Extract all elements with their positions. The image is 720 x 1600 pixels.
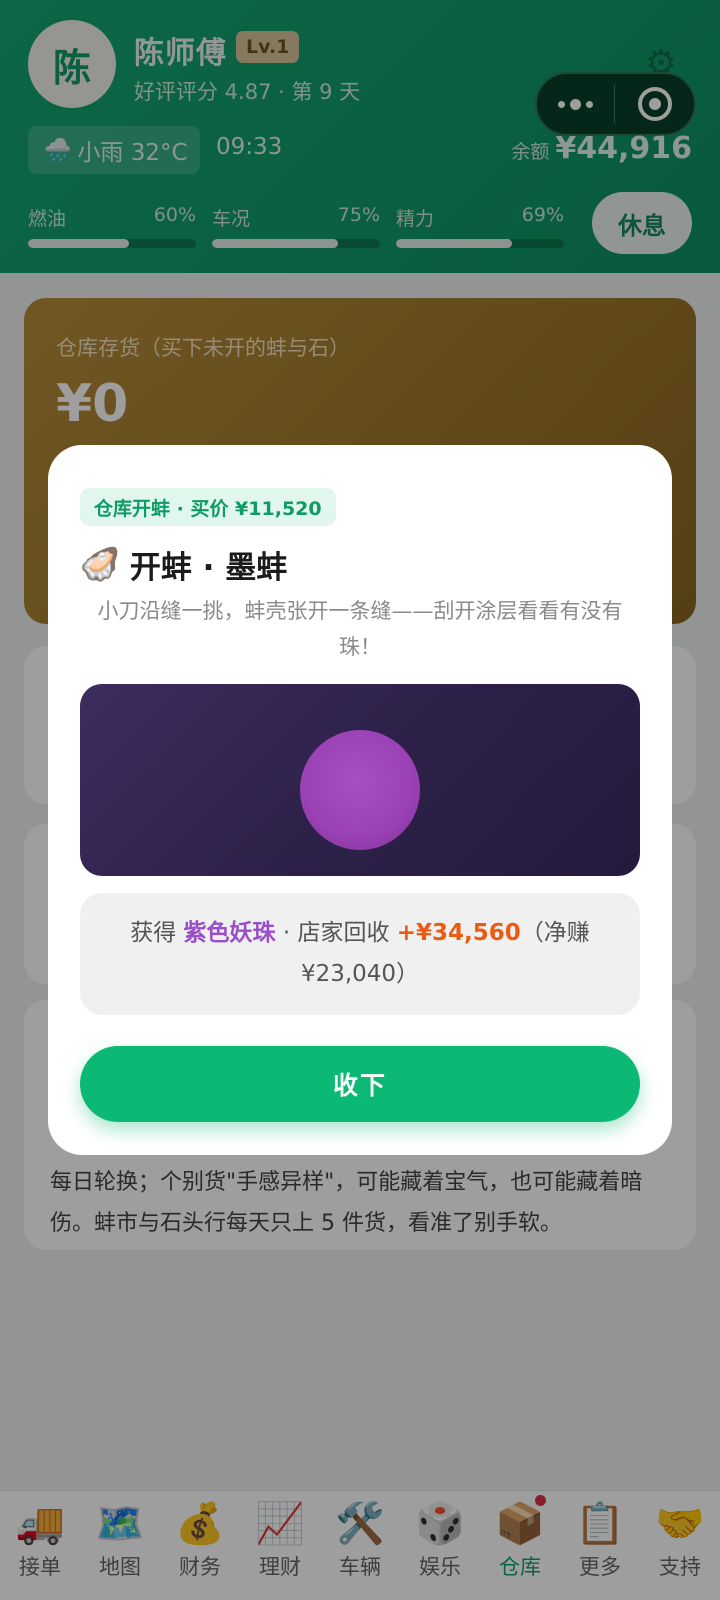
dialog-description: 小刀沿缝一挑，蚌壳张开一条缝——刮开涂层看看有没有珠！: [97, 599, 623, 659]
purchase-tag: 仓库开蚌 · 买价 ¥11,520: [80, 488, 336, 526]
gain-amount: +¥34,560: [396, 920, 521, 946]
pearl-reveal-panel[interactable]: [80, 684, 640, 876]
open-oyster-dialog: 仓库开蚌 · 买价 ¥11,520 🦪 开蚌 · 墨蚌 小刀沿缝一挑，蚌壳张开一…: [48, 445, 672, 1155]
oyster-icon: 🦪: [80, 545, 120, 583]
purple-pearl: [300, 730, 420, 850]
result-middle: · 店家回收: [275, 920, 397, 946]
result-box: 获得 紫色妖珠 · 店家回收 +¥34,560（净赚 ¥23,040）: [80, 893, 640, 1015]
result-prefix: 获得: [130, 920, 184, 946]
dialog-title: 🦪 开蚌 · 墨蚌: [80, 541, 287, 587]
dialog-title-text: 开蚌 · 墨蚌: [129, 549, 288, 586]
collect-button[interactable]: 收下: [80, 1046, 640, 1122]
pearl-name: 紫色妖珠: [183, 920, 276, 946]
